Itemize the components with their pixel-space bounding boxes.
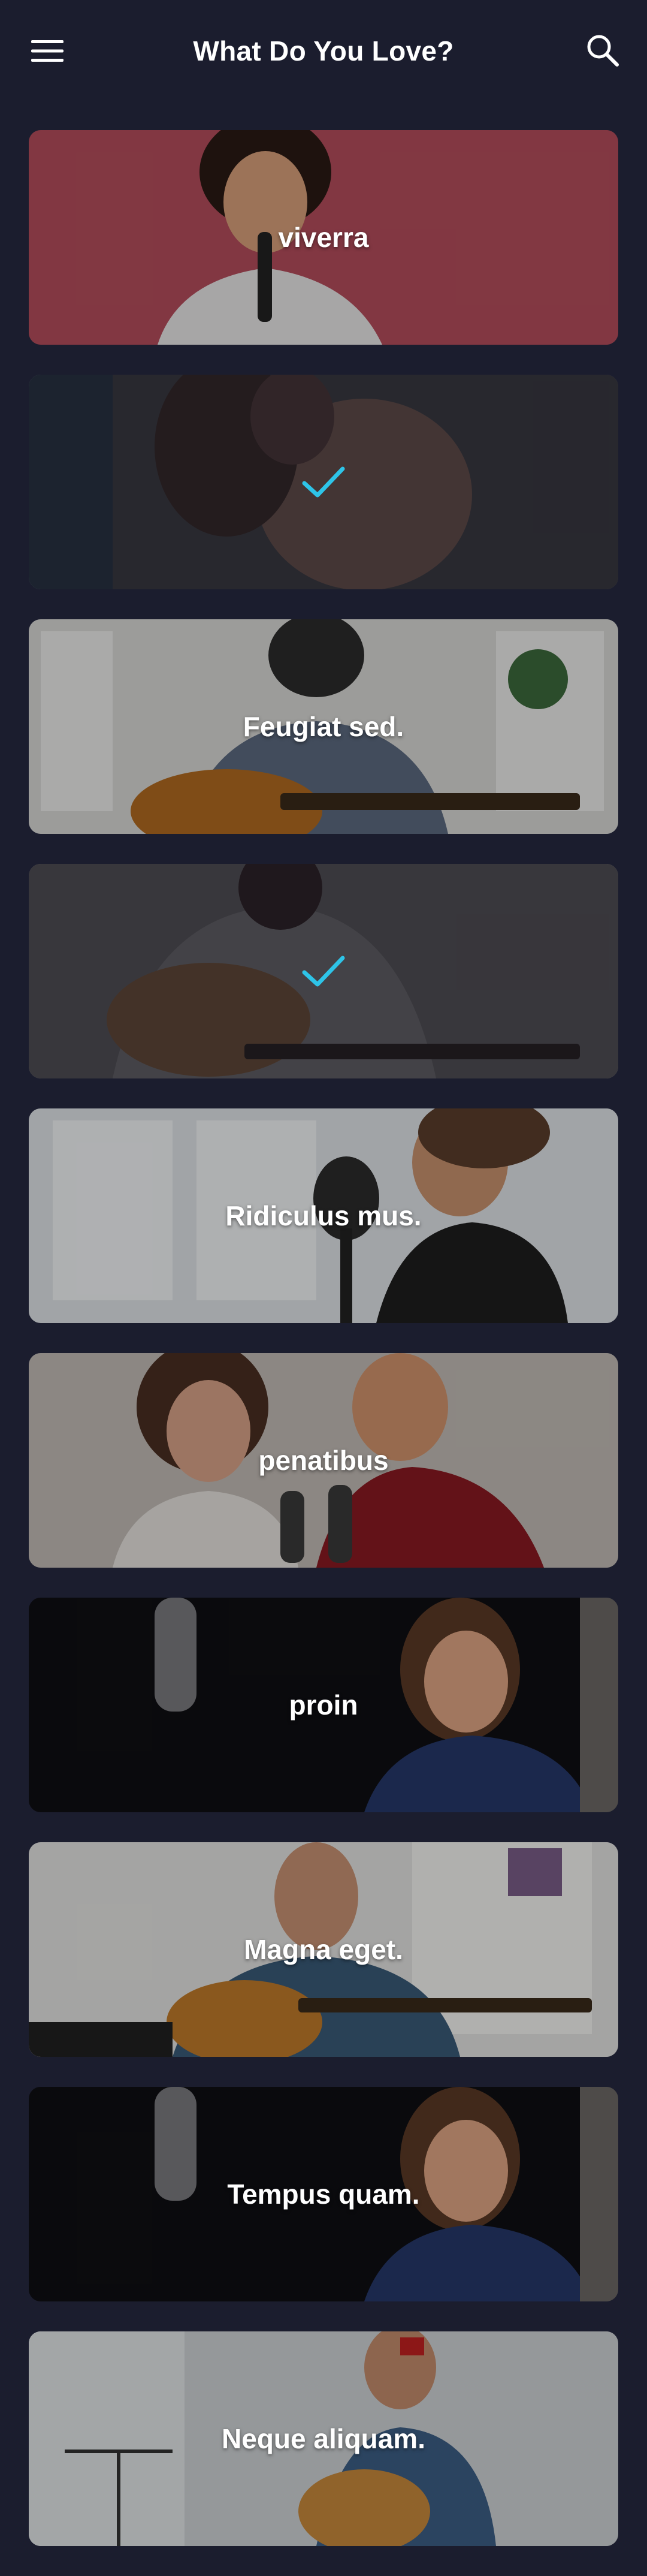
search-button[interactable] [580,28,625,73]
interest-card[interactable]: Ridiculus mus. [29,1108,618,1323]
card-label: penatibus [258,1445,389,1476]
interest-card[interactable]: Feugiat sed. [29,619,618,834]
page-title: What Do You Love? [193,35,454,67]
interest-card[interactable]: Neque aliquam. [29,2331,618,2546]
interest-card[interactable] [29,375,618,589]
card-label: Tempus quam. [227,2179,420,2210]
card-label: Feugiat sed. [243,711,404,742]
card-label: Neque aliquam. [222,2423,425,2454]
card-label [29,375,618,589]
card-label: proin [289,1689,358,1721]
card-label: viverra [278,222,369,253]
interest-card[interactable] [29,864,618,1078]
card-label: Magna eget. [244,1934,403,1965]
interest-card[interactable]: penatibus [29,1353,618,1568]
search-icon [587,35,619,67]
card-label: Ridiculus mus. [225,1200,422,1231]
interest-card[interactable]: Tempus quam. [29,2087,618,2301]
interest-card[interactable]: Magna eget. [29,1842,618,2057]
menu-button[interactable] [26,30,68,72]
interest-card[interactable]: viverra [29,130,618,345]
hamburger-menu-icon [31,40,64,62]
app-bar: What Do You Love? [0,0,647,102]
card-label [29,864,618,1078]
interest-list: viverra Feugiat sed. Ridiculus mus. pena… [29,130,618,2576]
interest-card[interactable]: proin [29,1598,618,1812]
